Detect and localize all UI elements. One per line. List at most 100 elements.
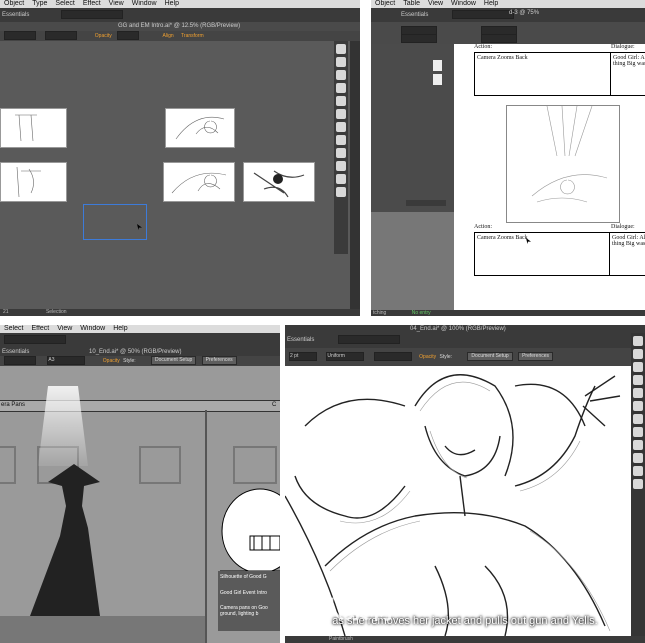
artboard: era Pans C Silhouette of Good G Good Gir… bbox=[0, 366, 280, 643]
selected-text-box[interactable] bbox=[83, 204, 147, 240]
selection-tool-icon[interactable] bbox=[336, 44, 346, 54]
gradient-tool-icon[interactable] bbox=[336, 135, 346, 145]
caption-panel: Silhouette of Good G Good Girl Event Int… bbox=[218, 571, 280, 631]
menu-help[interactable]: Help bbox=[484, 0, 498, 7]
pasteboard bbox=[371, 212, 454, 312]
pen-tool-icon[interactable] bbox=[336, 57, 346, 67]
align-link[interactable]: Align bbox=[163, 33, 174, 39]
menu-effect[interactable]: Effect bbox=[31, 325, 49, 332]
search-input[interactable] bbox=[452, 9, 515, 19]
workspace-switcher[interactable]: Essentials bbox=[2, 12, 29, 18]
menu-table[interactable]: Table bbox=[403, 0, 420, 7]
menu-window[interactable]: Window bbox=[451, 0, 476, 7]
preferences-button[interactable]: Preferences bbox=[518, 352, 554, 362]
storyboard-frame-2[interactable] bbox=[165, 108, 235, 148]
status-page: 21 bbox=[3, 309, 9, 315]
control-bar: Opacity Align Transform bbox=[0, 31, 360, 41]
workspace-switcher[interactable]: Essentials bbox=[2, 349, 29, 355]
menu-view[interactable]: View bbox=[109, 0, 124, 7]
menu-object[interactable]: Object bbox=[375, 0, 395, 7]
storyboard-frame-1[interactable] bbox=[0, 108, 67, 148]
floor bbox=[0, 616, 205, 643]
doc-tab[interactable]: 10_End.ai* @ 50% (RGB/Preview) bbox=[89, 349, 181, 355]
menu-select[interactable]: Select bbox=[55, 0, 74, 7]
brush-tool-icon[interactable] bbox=[633, 375, 643, 385]
search-input[interactable] bbox=[338, 334, 401, 344]
h-field[interactable] bbox=[481, 34, 517, 43]
doc-tab[interactable]: d-3 @ 75% bbox=[509, 10, 539, 16]
brush-field[interactable] bbox=[373, 352, 412, 362]
zoom-tool-icon[interactable] bbox=[633, 466, 643, 476]
stroke-weight-field[interactable]: 2 pt bbox=[289, 352, 317, 362]
eraser-tool-icon[interactable] bbox=[633, 388, 643, 398]
opacity-field[interactable] bbox=[117, 31, 140, 41]
selection-tool-icon[interactable] bbox=[633, 336, 643, 346]
search-input[interactable] bbox=[61, 9, 124, 19]
brush-tool-icon[interactable] bbox=[336, 83, 346, 93]
type-tool-icon[interactable] bbox=[336, 70, 346, 80]
gradient-tool-icon[interactable] bbox=[633, 427, 643, 437]
type-tool-icon[interactable] bbox=[633, 362, 643, 372]
menu-window[interactable]: Window bbox=[132, 0, 157, 7]
menu-type[interactable]: Type bbox=[32, 0, 47, 7]
scale-tool-icon[interactable] bbox=[633, 414, 643, 424]
workspace-switcher[interactable]: Essentials bbox=[287, 337, 314, 343]
rotate-tool-icon[interactable] bbox=[633, 401, 643, 411]
menu-view[interactable]: View bbox=[57, 325, 72, 332]
menu-effect[interactable]: Effect bbox=[83, 0, 101, 7]
panel-divider bbox=[205, 410, 207, 643]
app-bar: Essentials bbox=[0, 8, 360, 22]
doc-tab-bar: GG and EM Intro.ai* @ 12.5% (RGB/Preview… bbox=[0, 22, 360, 31]
preferences-button[interactable]: Preferences bbox=[201, 356, 237, 366]
doc-tab[interactable]: GG and EM Intro.ai* @ 12.5% (RGB/Preview… bbox=[118, 23, 240, 29]
page-thumb-2[interactable] bbox=[433, 74, 442, 85]
opacity-link[interactable]: Opacity bbox=[419, 354, 436, 360]
hand-tool-icon[interactable] bbox=[633, 453, 643, 463]
transform-link[interactable]: Transform bbox=[181, 33, 204, 39]
profile-field[interactable]: Uniform bbox=[326, 352, 365, 362]
menu-window[interactable]: Window bbox=[80, 325, 105, 332]
search-input[interactable] bbox=[4, 334, 66, 344]
brush-field[interactable] bbox=[45, 31, 78, 41]
menu-view[interactable]: View bbox=[428, 0, 443, 7]
menu-help[interactable]: Help bbox=[165, 0, 179, 7]
fill-stroke-icon[interactable] bbox=[336, 187, 346, 197]
stroke-field[interactable] bbox=[4, 356, 36, 366]
storyboard-frame-5[interactable] bbox=[243, 162, 315, 202]
action-cell-top[interactable]: Camera Zooms Back bbox=[474, 52, 611, 96]
zoom-field[interactable]: A3 bbox=[47, 356, 86, 366]
action-cell-bottom[interactable]: Camera Zooms Back bbox=[474, 232, 610, 276]
opacity-link[interactable]: Opacity bbox=[103, 358, 120, 364]
y-field[interactable] bbox=[401, 34, 437, 43]
opacity-link[interactable]: Opacity bbox=[95, 33, 112, 39]
scale-tool-icon[interactable] bbox=[336, 122, 346, 132]
document-setup-button[interactable]: Document Setup bbox=[151, 356, 197, 366]
eyedropper-tool-icon[interactable] bbox=[336, 148, 346, 158]
hand-tool-icon[interactable] bbox=[336, 161, 346, 171]
indesign-window-script: Object Table View Window Help Essentials d-3… bbox=[371, 0, 645, 316]
wall-frame-2 bbox=[139, 446, 181, 484]
fill-stroke-icon[interactable] bbox=[633, 479, 643, 489]
shape-tool-icon[interactable] bbox=[336, 96, 346, 106]
pen-tool-icon[interactable] bbox=[633, 349, 643, 359]
dialogue-cell-top[interactable]: Good Girl: Al thing Big was bbox=[610, 52, 645, 96]
dialogue-label-top: Dialogue: bbox=[611, 44, 635, 50]
app-bar: Essentials bbox=[371, 8, 645, 22]
status-bar: tching No entry bbox=[371, 310, 645, 316]
dialogue-cell-bottom[interactable]: Good Girl: Al thing Big was bbox=[609, 232, 645, 276]
workspace-switcher[interactable]: Essentials bbox=[401, 12, 428, 18]
menu-object[interactable]: Object bbox=[4, 0, 24, 7]
workspace-row: Essentials 10_End.ai* @ 50% (RGB/Preview… bbox=[0, 348, 280, 356]
eyedropper-tool-icon[interactable] bbox=[633, 440, 643, 450]
menu-help[interactable]: Help bbox=[113, 325, 127, 332]
document-setup-button[interactable]: Document Setup bbox=[467, 352, 513, 362]
stroke-field[interactable] bbox=[4, 31, 36, 41]
doc-tab[interactable]: 04_End.ai* @ 100% (RGB/Preview) bbox=[410, 326, 506, 332]
rotate-tool-icon[interactable] bbox=[336, 109, 346, 119]
zoom-tool-icon[interactable] bbox=[336, 174, 346, 184]
menu-bar: Object Table View Window Help bbox=[371, 0, 645, 8]
storyboard-frame-3[interactable] bbox=[0, 162, 67, 202]
page-thumb-1[interactable] bbox=[433, 60, 442, 71]
storyboard-frame-4[interactable] bbox=[163, 162, 235, 202]
menu-select[interactable]: Select bbox=[4, 325, 23, 332]
